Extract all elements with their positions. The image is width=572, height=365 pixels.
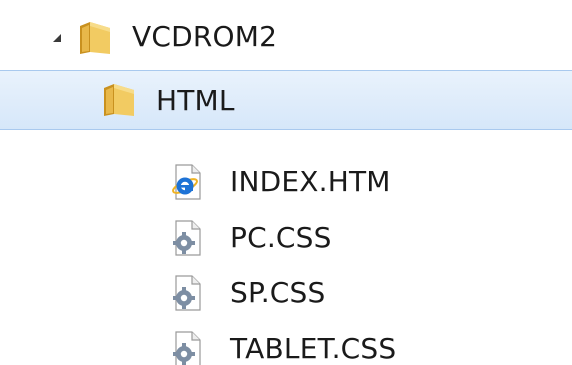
- tree-file-label: INDEX.HTM: [230, 165, 391, 198]
- tree-file-label: TABLET.CSS: [230, 332, 397, 365]
- tree-file-label: SP.CSS: [230, 276, 326, 309]
- tree-node-label: VCDROM2: [132, 20, 278, 53]
- tree-file-sp-css[interactable]: SP.CSS: [0, 271, 572, 315]
- settings-document-icon: [173, 331, 201, 365]
- tree-node-label: HTML: [156, 84, 235, 117]
- settings-document-icon: [173, 220, 201, 256]
- tree-node-vcdrom2[interactable]: VCDROM2: [0, 14, 572, 62]
- internet-explorer-document-icon: [172, 164, 201, 200]
- settings-document-icon: [173, 275, 201, 311]
- tree-file-index-htm[interactable]: INDEX.HTM: [0, 160, 572, 204]
- tree-node-html[interactable]: HTML: [0, 70, 572, 130]
- folder-icon: [80, 22, 110, 54]
- folder-icon: [104, 84, 134, 116]
- tree-file-pc-css[interactable]: PC.CSS: [0, 216, 572, 260]
- tree-file-tablet-css[interactable]: TABLET.CSS: [0, 327, 572, 365]
- folder-tree: VCDROM2 HTML INDEX.HTM PC.CSS SP.CSS TAB…: [0, 0, 572, 365]
- tree-file-label: PC.CSS: [230, 221, 332, 254]
- expanded-triangle-icon[interactable]: [48, 29, 66, 47]
